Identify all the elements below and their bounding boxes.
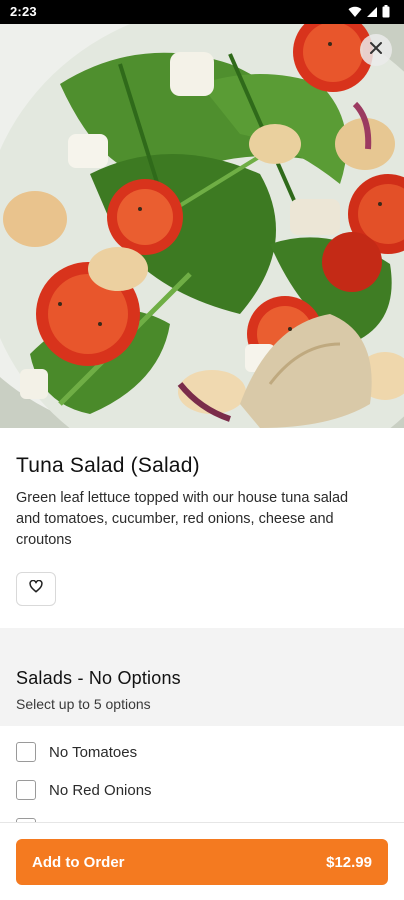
item-description: Green leaf lettuce topped with our house… <box>16 490 349 548</box>
status-icons <box>348 5 390 18</box>
status-time: 2:23 <box>10 4 37 19</box>
bottom-bar: Add to Order $12.99 <box>0 822 404 900</box>
add-to-order-button[interactable]: Add to Order $12.99 <box>16 839 388 885</box>
wifi-icon <box>348 6 362 18</box>
hero-image <box>0 24 404 428</box>
option-label: No Tomatoes <box>49 743 138 761</box>
status-bar: 2:23 <box>0 0 404 24</box>
option-label: No Red Onions <box>49 781 152 799</box>
signal-icon <box>366 6 378 18</box>
close-icon <box>369 41 383 60</box>
price-label: $12.99 <box>326 853 372 871</box>
options-list: No Tomatoes No Red Onions <box>0 726 404 838</box>
option-no-red-onions[interactable]: No Red Onions <box>16 778 152 802</box>
option-no-tomatoes[interactable]: No Tomatoes <box>16 740 137 764</box>
item-title: Tuna Salad (Salad) <box>16 454 200 477</box>
section-title: Salads - No Options <box>16 668 181 688</box>
option-checkbox[interactable] <box>16 780 36 800</box>
option-checkbox[interactable] <box>16 742 36 762</box>
battery-icon <box>382 5 390 18</box>
section-subtitle: Select up to 5 options <box>16 696 151 712</box>
close-button[interactable] <box>360 34 392 66</box>
heart-icon <box>29 579 43 598</box>
favorite-button[interactable] <box>16 572 56 606</box>
item-detail-screen: 2:23 Tuna Salad (Salad) Green leaf lettu… <box>0 0 404 900</box>
options-section-header: Salads - No Options Select up to 5 optio… <box>0 628 404 726</box>
add-to-order-label: Add to Order <box>32 853 125 871</box>
tuna-salad-photo <box>0 24 404 428</box>
item-details: Tuna Salad (Salad) Green leaf lettuce to… <box>0 428 404 628</box>
